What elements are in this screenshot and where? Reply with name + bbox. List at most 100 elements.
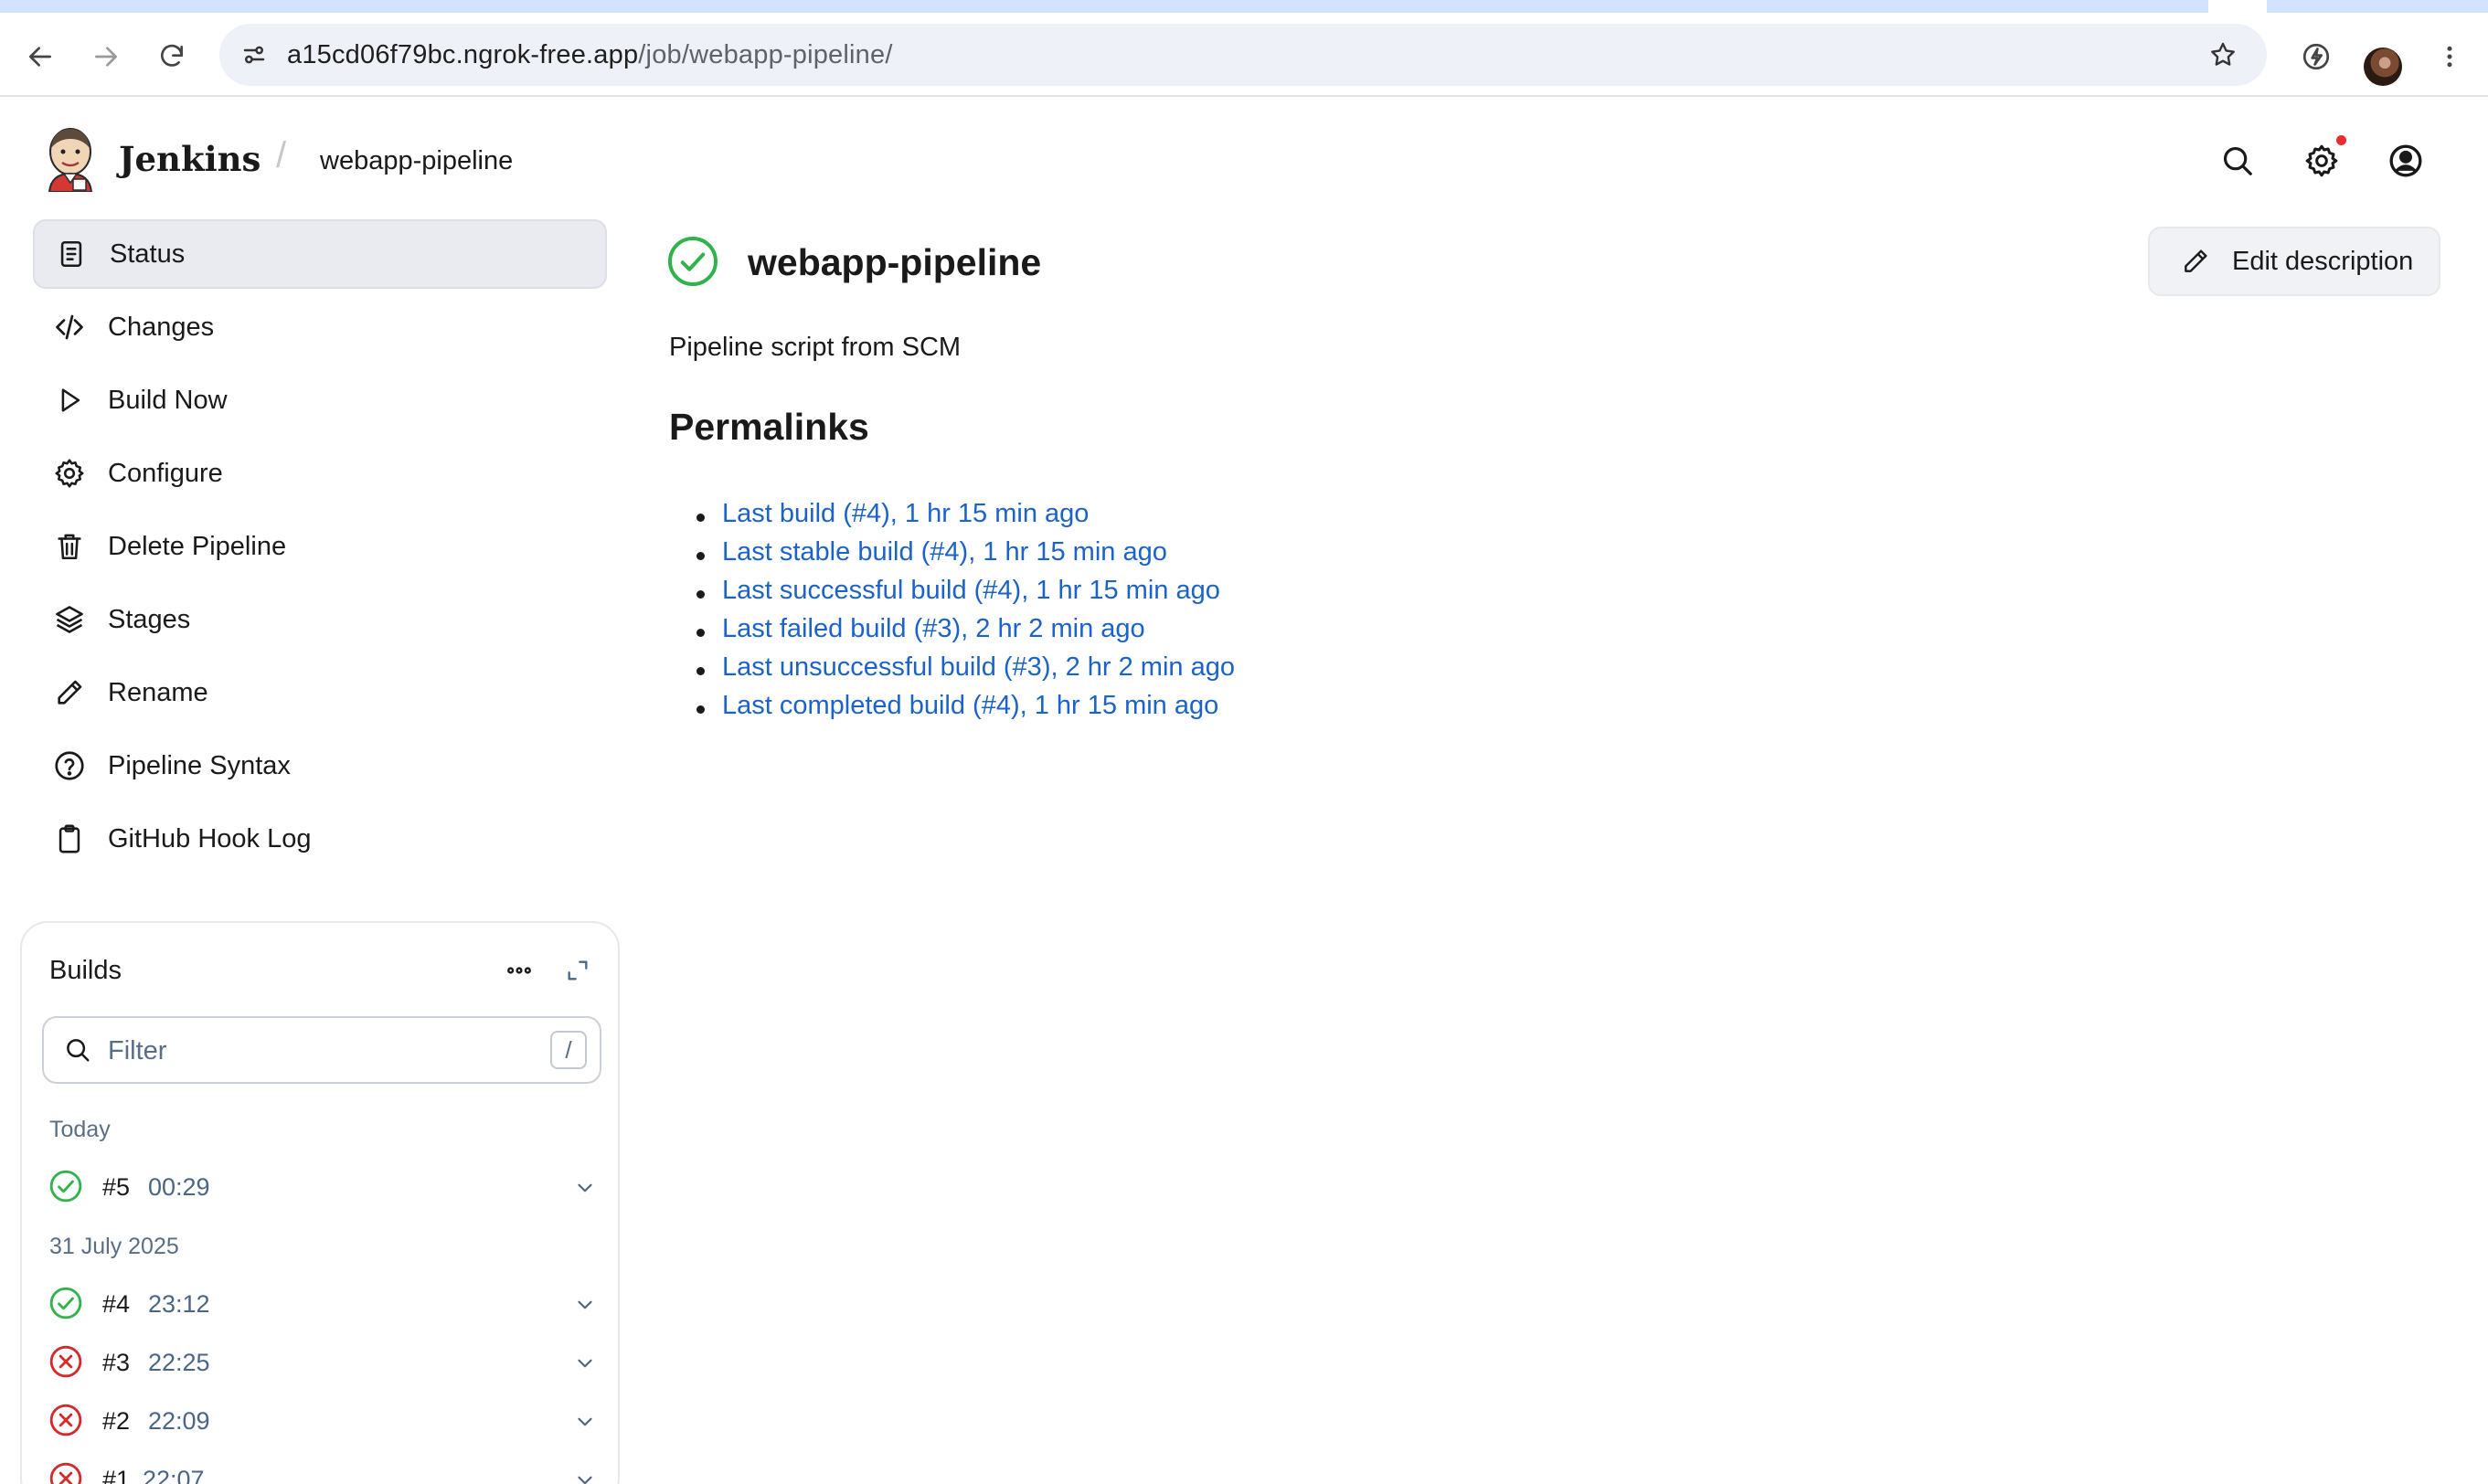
sidebar-item-label: Configure <box>108 458 223 488</box>
failed-icon <box>49 1404 82 1436</box>
jenkins-logo-icon[interactable] <box>42 124 99 192</box>
trash-icon <box>49 526 90 567</box>
sidebar-item-label: Changes <box>108 312 215 342</box>
jenkins-brand[interactable]: Jenkins <box>119 139 260 179</box>
layers-icon <box>49 599 90 640</box>
permalink-last-stable-build[interactable]: Last stable build (#4), 1 hr 15 min ago <box>722 537 1167 567</box>
permalink-last-build[interactable]: Last build (#4), 1 hr 15 min ago <box>722 499 1089 528</box>
builds-title: Builds <box>49 956 122 985</box>
list-item: Last completed build (#4), 1 hr 15 min a… <box>696 691 1235 729</box>
help-icon <box>49 746 90 786</box>
browser-toolbar: a15cd06f79bc.ngrok-free.app/job/webapp-p… <box>0 13 2488 97</box>
chevron-down-icon[interactable] <box>569 1347 601 1380</box>
browser-profile-avatar[interactable] <box>2364 48 2402 86</box>
reload-icon <box>161 44 183 67</box>
url-text: a15cd06f79bc.ngrok-free.app/job/webapp-p… <box>287 40 893 70</box>
lightning-icon <box>2302 43 2330 70</box>
sidebar-item-changes[interactable]: Changes <box>33 292 607 362</box>
permalink-last-successful-build[interactable]: Last successful build (#4), 1 hr 15 min … <box>722 576 1220 605</box>
build-number[interactable]: #2 <box>102 1407 130 1436</box>
permalink-last-unsuccessful-build[interactable]: Last unsuccessful build (#3), 2 hr 2 min… <box>722 652 1235 682</box>
sidebar-item-label: Build Now <box>108 385 228 415</box>
success-icon <box>49 1287 82 1320</box>
edit-description-label: Edit description <box>2232 246 2414 276</box>
document-icon <box>51 234 91 274</box>
pencil-icon <box>2177 243 2214 280</box>
build-number[interactable]: #1 <box>102 1466 130 1484</box>
notification-dot <box>2336 135 2346 145</box>
permalinks-heading: Permalinks <box>669 406 869 448</box>
build-row[interactable]: #1 22:07 <box>46 1455 605 1484</box>
browser-tab-strip <box>0 0 2488 13</box>
build-row[interactable]: #3 22:25 <box>46 1338 605 1389</box>
builds-filter-input[interactable] <box>108 1031 528 1071</box>
search-button[interactable] <box>2217 141 2258 181</box>
url-path: /job/webapp-pipeline/ <box>638 40 893 69</box>
build-row[interactable]: #2 22:09 <box>46 1396 605 1447</box>
user-account-button[interactable] <box>2386 141 2426 181</box>
reload-button[interactable] <box>154 38 190 75</box>
breadcrumb-job[interactable]: webapp-pipeline <box>320 146 513 176</box>
gear-icon <box>2305 144 2338 177</box>
builds-more-button[interactable] <box>499 950 539 991</box>
build-number[interactable]: #5 <box>102 1173 130 1202</box>
pencil-icon <box>49 673 90 713</box>
sidebar-item-github-hook-log[interactable]: GitHub Hook Log <box>33 804 607 874</box>
job-description: Pipeline script from SCM <box>669 333 962 362</box>
sidebar-item-build-now[interactable]: Build Now <box>33 366 607 435</box>
permalink-last-completed-build[interactable]: Last completed build (#4), 1 hr 15 min a… <box>722 691 1218 720</box>
build-time: 22:09 <box>148 1407 210 1435</box>
build-time: 23:12 <box>148 1290 210 1318</box>
browser-menu-button[interactable] <box>2431 38 2468 75</box>
user-circle-icon <box>2389 144 2422 177</box>
sidebar-item-delete-pipeline[interactable]: Delete Pipeline <box>33 512 607 581</box>
url-host: a15cd06f79bc.ngrok-free.app <box>287 40 639 69</box>
arrow-left-icon <box>29 47 51 67</box>
forward-button[interactable] <box>88 38 124 75</box>
sidebar-item-label: Rename <box>108 677 208 707</box>
sidebar-item-stages[interactable]: Stages <box>33 585 607 654</box>
build-number[interactable]: #4 <box>102 1290 130 1319</box>
filter-shortcut-hint: / <box>550 1031 587 1069</box>
page-title: webapp-pipeline <box>748 241 1042 283</box>
breadcrumb-separator: / <box>276 135 287 175</box>
gear-icon <box>49 453 90 493</box>
build-time: 22:07 <box>143 1466 205 1484</box>
build-number[interactable]: #3 <box>102 1349 130 1377</box>
sidebar-item-configure[interactable]: Configure <box>33 439 607 508</box>
permalink-last-failed-build[interactable]: Last failed build (#3), 2 hr 2 min ago <box>722 614 1145 643</box>
arrow-right-icon <box>95 47 117 67</box>
builds-expand-button[interactable] <box>558 950 598 991</box>
sidebar-item-label: Delete Pipeline <box>108 531 287 561</box>
permalinks-list: Last build (#4), 1 hr 15 min ago Last st… <box>696 499 1235 729</box>
chevron-down-icon[interactable] <box>569 1288 601 1321</box>
sidebar-item-label: Stages <box>108 604 191 634</box>
list-item: Last unsuccessful build (#3), 2 hr 2 min… <box>696 652 1235 691</box>
chevron-down-icon[interactable] <box>569 1405 601 1438</box>
browser-tab-gap <box>2208 0 2267 13</box>
build-row[interactable]: #4 23:12 <box>46 1279 605 1330</box>
list-item: Last failed build (#3), 2 hr 2 min ago <box>696 614 1235 652</box>
more-horizontal-icon <box>507 967 531 974</box>
code-icon <box>49 307 90 347</box>
sidebar-item-rename[interactable]: Rename <box>33 658 607 727</box>
chevron-down-icon[interactable] <box>569 1464 601 1484</box>
build-row[interactable]: #5 00:29 <box>46 1162 605 1214</box>
build-time: 00:29 <box>148 1173 210 1201</box>
builds-filter: / <box>42 1016 601 1084</box>
bookmark-star-icon[interactable] <box>2205 37 2241 73</box>
manage-jenkins-button[interactable] <box>2302 141 2342 181</box>
sidebar-item-status[interactable]: Status <box>33 219 607 289</box>
search-icon <box>2223 146 2252 175</box>
search-icon <box>60 1033 95 1067</box>
list-item: Last build (#4), 1 hr 15 min ago <box>696 499 1235 537</box>
site-info-icon[interactable] <box>236 37 272 73</box>
sidebar-item-pipeline-syntax[interactable]: Pipeline Syntax <box>33 731 607 800</box>
chevron-down-icon[interactable] <box>569 1171 601 1204</box>
kebab-menu-icon <box>2447 46 2452 68</box>
address-bar[interactable]: a15cd06f79bc.ngrok-free.app/job/webapp-p… <box>219 24 2267 86</box>
edit-description-button[interactable]: Edit description <box>2148 227 2440 296</box>
play-icon <box>49 380 90 420</box>
back-button[interactable] <box>22 38 58 75</box>
extension-button[interactable] <box>2298 38 2334 75</box>
